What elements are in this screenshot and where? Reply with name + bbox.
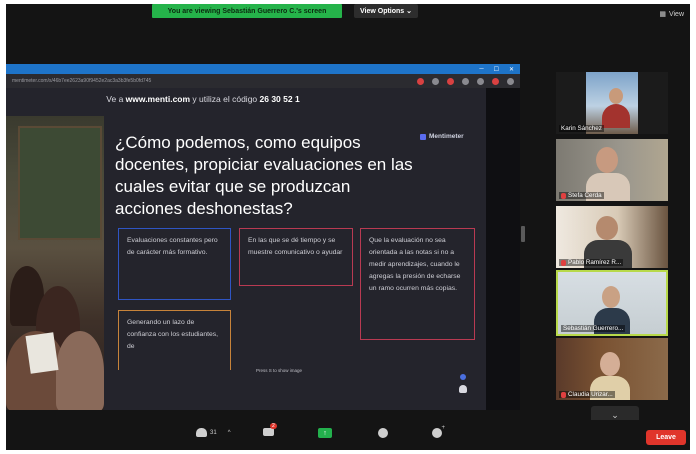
prompt-site: www.menti.com [125,94,191,104]
browser-toolbar [417,77,514,85]
participant-name-text: Stefa Cerda [568,192,602,199]
response-card: Evaluaciones constantes pero de carácter… [118,228,231,300]
info-icon[interactable] [460,374,466,380]
minimize-icon[interactable]: ─ [479,66,483,72]
view-button[interactable]: ▦ View [659,10,684,19]
participant-name-text: Sebastián Guerrero... [563,325,624,332]
url-text[interactable]: mentimeter.com/s/46b7ee2623a90f9452e2ac3… [12,78,372,84]
participant-face [596,147,618,173]
participant-face [600,352,620,376]
extension-icon[interactable] [432,77,439,85]
participant-name-text: Karin Sánchez [561,125,602,132]
extension-icon[interactable] [417,77,424,85]
prompt-middle: y utiliza el código [190,94,260,104]
participant-tile-active[interactable]: Sebastián Guerrero... [556,270,668,336]
chat-badge: 2 [270,423,277,429]
zoom-window: You are viewing Sebastián Guerrero C.'s … [6,4,690,450]
mentimeter-logo-text: Mentimeter [429,133,464,140]
participant-name: Sebastián Guerrero... [561,325,626,332]
chat-icon: 2 [263,423,277,436]
student-figure [56,331,104,410]
share-screen-button[interactable]: ↑ [318,428,332,438]
menti-join-prompt: Ve a www.menti.com y utiliza el código 2… [6,94,400,104]
viewing-screen-banner: You are viewing Sebastián Guerrero C.'s … [152,4,342,18]
reactions-button[interactable]: + [432,425,445,438]
chat-button[interactable]: 2 [263,423,277,436]
grid-icon: ▦ [659,11,666,18]
participant-name: Pablo Ramírez R... [559,259,624,266]
share-screen-icon: ↑ [318,428,332,438]
mic-muted-icon [561,192,566,199]
participant-tile[interactable]: Karin Sánchez [556,72,668,134]
participant-tile[interactable]: Pablo Ramírez R... [556,206,668,268]
close-icon[interactable]: ✕ [509,66,514,73]
caret-up-icon[interactable]: ^ [228,430,231,436]
exam-paper [25,332,59,374]
menu-icon[interactable] [507,77,514,85]
participant-name-text: Claudia Urizar... [568,391,613,398]
participant-face [609,88,623,104]
classroom-photo [6,116,104,410]
browser-titlebar: ─ ☐ ✕ [6,64,520,74]
participant-tile[interactable]: Claudia Urizar... [556,338,668,400]
participant-name: Stefa Cerda [559,192,604,199]
extension-icon[interactable] [477,77,484,85]
profile-icon[interactable] [492,77,499,85]
participants-count: 31 [210,429,217,436]
mentimeter-mark-icon [420,133,426,140]
participant-name-text: Pablo Ramírez R... [568,259,622,266]
mentimeter-logo: Mentimeter [420,133,464,140]
slide-tools [459,374,467,393]
address-bar[interactable]: mentimeter.com/s/46b7ee2623a90f9452e2ac3… [6,74,520,88]
participants-icon [196,428,207,437]
dark-strip [486,88,520,410]
meeting-controls: 31 ^ 2 ↑ + Leave [6,420,690,450]
participant-tile[interactable]: Stefa Cerda [556,139,668,201]
record-icon [378,428,388,438]
chevron-down-icon: ⌄ [611,409,619,420]
split-handle[interactable] [521,226,525,242]
slide-question: ¿Cómo podemos, como equipos docentes, pr… [115,133,413,218]
mentimeter-slide: Ve a www.menti.com y utiliza el código 2… [6,88,520,410]
press-hint: Press S to show image [256,368,303,373]
leave-button[interactable]: Leave [646,430,686,445]
record-button[interactable] [378,428,388,438]
plus-icon: + [441,425,445,431]
response-card: En las que se dé tiempo y se muestre com… [239,228,353,286]
view-options-button[interactable]: View Options ⌄ [354,4,418,18]
view-label: View [668,10,684,18]
mic-muted-icon [561,391,566,398]
prompt-text: Ve a [106,94,126,104]
maximize-icon[interactable]: ☐ [494,66,499,73]
participant-name: Karin Sánchez [559,125,604,132]
audience-icon[interactable] [459,385,467,393]
participant-body [602,104,630,128]
prompt-code: 26 30 52 1 [259,94,300,104]
participant-face [602,286,620,308]
response-card: Generando un lazo de confianza con los e… [118,310,231,370]
shared-screen: ─ ☐ ✕ mentimeter.com/s/46b7ee2623a90f945… [6,64,520,410]
participant-name: Claudia Urizar... [559,391,615,398]
reactions-icon: + [432,425,445,438]
chalkboard [18,126,102,240]
participant-face [596,216,618,240]
response-card: Que la evaluación no sea orientada a las… [360,228,475,340]
extension-icon[interactable] [462,77,469,85]
participants-button[interactable]: 31 ^ [196,428,231,437]
extension-icon[interactable] [447,77,454,85]
mic-muted-icon [561,259,566,266]
